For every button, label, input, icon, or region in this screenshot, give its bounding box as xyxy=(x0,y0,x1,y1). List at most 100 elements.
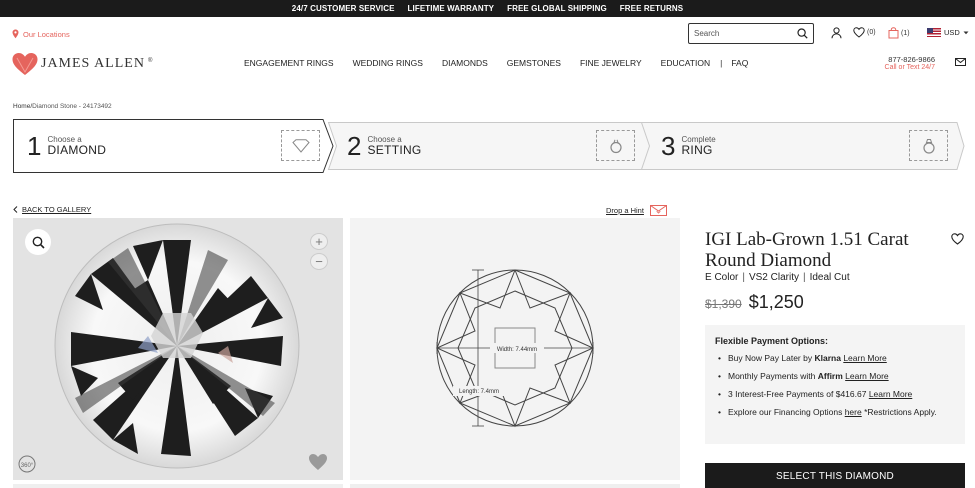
main-nav: ENGAGEMENT RINGS WEDDING RINGS DIAMONDS … xyxy=(244,58,748,68)
spec-clarity: VS2 Clarity xyxy=(748,272,799,283)
cart-button[interactable]: (1) xyxy=(888,27,910,39)
chevron-left-icon xyxy=(13,206,18,213)
james-allen-logo[interactable]: JAMES ALLEN ® xyxy=(12,52,152,76)
ring-icon xyxy=(922,138,935,154)
nav-education[interactable]: EDUCATION xyxy=(661,58,710,68)
zoom-out-button[interactable]: − xyxy=(310,253,328,270)
step-setting-box xyxy=(596,130,635,161)
step-diamond-box xyxy=(281,130,320,161)
nav-divider: | xyxy=(720,58,723,68)
our-locations-label: Our Locations xyxy=(23,29,70,39)
search-input[interactable] xyxy=(694,29,786,38)
account-button[interactable] xyxy=(831,27,842,39)
announcement-warranty: LIFETIME WARRANTY xyxy=(407,4,495,13)
spec-separator: | xyxy=(802,272,806,283)
zoom-in-button[interactable]: + xyxy=(310,233,328,250)
spec-color: E Color xyxy=(705,272,739,283)
wishlist-count: (0) xyxy=(867,29,876,36)
affirm-text: Monthly Payments with xyxy=(728,371,818,381)
nav-wedding-rings[interactable]: WEDDING RINGS xyxy=(353,58,423,68)
diamond-dimension-drawing: Width: 7.44mm Length: 7.4mm xyxy=(435,269,595,428)
currency-label: USD xyxy=(944,28,960,37)
financing-here-link[interactable]: here xyxy=(845,407,862,417)
step-complete-ring[interactable]: 3 Complete RING xyxy=(661,119,716,173)
product-title: IGI Lab-Grown 1.51 Carat Round Diamond xyxy=(705,229,909,271)
step-large-label: SETTING xyxy=(367,142,422,157)
width-label: Width: 7.44mm xyxy=(497,347,537,353)
announcement-returns: FREE RETURNS xyxy=(619,4,684,13)
payment-klarna-item: Buy Now Pay Later by Klarna Learn More xyxy=(715,352,955,365)
drop-a-hint-link[interactable]: Drop a Hint xyxy=(606,205,667,216)
steps-background xyxy=(13,119,965,173)
wishlist-button[interactable]: (0) xyxy=(853,27,876,38)
dimension-diagram[interactable]: Width: 7.44mm Length: 7.4mm xyxy=(350,218,680,480)
affirm-learn-more-link[interactable]: Learn More xyxy=(845,371,888,381)
breadcrumb: Home/Diamond Stone - 24173492 xyxy=(13,103,112,110)
spec-cut: Ideal Cut xyxy=(809,272,850,283)
phone-number: 877-826-9866 xyxy=(888,55,935,64)
logo-registered-mark: ® xyxy=(147,58,153,64)
thumbnail-strip-left xyxy=(13,484,343,488)
step-choose-diamond[interactable]: 1 Choose a DIAMOND xyxy=(27,119,106,173)
thumbnail-strip-right xyxy=(350,484,680,488)
360-badge-label: 360° xyxy=(21,463,34,469)
logo-wordmark: JAMES ALLEN xyxy=(41,56,145,71)
our-locations-link[interactable]: Our Locations xyxy=(12,29,70,39)
breadcrumb-current: Diamond Stone - 24173492 xyxy=(32,103,112,110)
heart-logo-icon xyxy=(12,53,38,75)
envelope-hint-icon xyxy=(649,205,667,216)
klarna-learn-more-link[interactable]: Learn More xyxy=(843,353,886,363)
us-flag-icon xyxy=(927,28,941,37)
product-specs: E Color | VS2 Clarity | Ideal Cut xyxy=(705,272,850,283)
build-ring-steps: 1 Choose a DIAMOND 2 Choose a SETTING 3 … xyxy=(13,119,965,173)
payment-installments-item: 3 Interest-Free Payments of $416.67 Lear… xyxy=(715,388,955,401)
magnifier-icon xyxy=(32,236,45,249)
phone-contact[interactable]: 877-826-9866 Call or Text 24/7 xyxy=(876,55,935,71)
financing-text: Explore our Financing Options xyxy=(728,407,845,417)
currency-selector[interactable]: USD xyxy=(927,28,969,37)
step-ring-box xyxy=(909,130,948,161)
call-or-text-label: Call or Text 24/7 xyxy=(884,64,935,71)
step-number: 3 xyxy=(661,131,676,161)
announcement-shipping: FREE GLOBAL SHIPPING xyxy=(507,4,607,13)
heart-icon xyxy=(853,27,865,38)
ring-setting-icon xyxy=(609,139,622,153)
klarna-brand: Klarna xyxy=(814,353,841,363)
step-choose-setting[interactable]: 2 Choose a SETTING xyxy=(347,119,422,173)
nav-diamonds[interactable]: DIAMONDS xyxy=(442,58,488,68)
add-to-wishlist-heart-icon[interactable] xyxy=(951,233,964,245)
cart-count: (1) xyxy=(901,29,910,37)
back-to-gallery-label: BACK TO GALLERY xyxy=(22,205,92,214)
payment-financing-item: Explore our Financing Options here *Rest… xyxy=(715,406,955,419)
step-large-label: DIAMOND xyxy=(47,142,107,157)
diamond-icon xyxy=(291,138,310,153)
payment-affirm-item: Monthly Payments with Affirm Learn More xyxy=(715,370,955,383)
installments-learn-more-link[interactable]: Learn More xyxy=(869,389,912,399)
announcement-customer-service: 24/7 CUSTOMER SERVICE xyxy=(291,4,395,13)
step-large-label: RING xyxy=(681,142,713,157)
nav-gemstones[interactable]: GEMSTONES xyxy=(507,58,561,68)
step-number: 2 xyxy=(347,131,362,161)
nav-engagement-rings[interactable]: ENGAGEMENT RINGS xyxy=(244,58,334,68)
mail-icon[interactable] xyxy=(955,58,966,66)
affirm-brand: Affirm xyxy=(817,371,843,381)
financing-restrictions-text: *Restrictions Apply. xyxy=(861,407,937,417)
nav-fine-jewelry[interactable]: FINE JEWELRY xyxy=(580,58,642,68)
nav-faq[interactable]: FAQ xyxy=(731,58,748,68)
location-pin-icon xyxy=(12,29,19,39)
diamond-photo-viewer[interactable]: 360° + − xyxy=(13,218,343,480)
360-view-icon[interactable]: 360° xyxy=(18,455,36,473)
heart-watermark-icon xyxy=(309,454,327,470)
spec-separator: | xyxy=(742,272,745,283)
breadcrumb-home[interactable]: Home xyxy=(13,103,30,110)
select-this-diamond-button[interactable]: SELECT THIS DIAMOND xyxy=(705,463,965,488)
shopping-bag-icon xyxy=(888,27,899,39)
price-block: $1,390 $1,250 xyxy=(705,292,804,313)
payment-options-panel: Flexible Payment Options: Buy Now Pay La… xyxy=(705,325,965,444)
step-number: 1 xyxy=(27,131,42,161)
back-to-gallery-link[interactable]: BACK TO GALLERY xyxy=(13,205,91,214)
user-icon xyxy=(831,27,842,39)
search-icon[interactable] xyxy=(797,28,808,39)
zoom-magnifier-button[interactable] xyxy=(25,229,51,255)
search-box[interactable] xyxy=(688,23,814,44)
